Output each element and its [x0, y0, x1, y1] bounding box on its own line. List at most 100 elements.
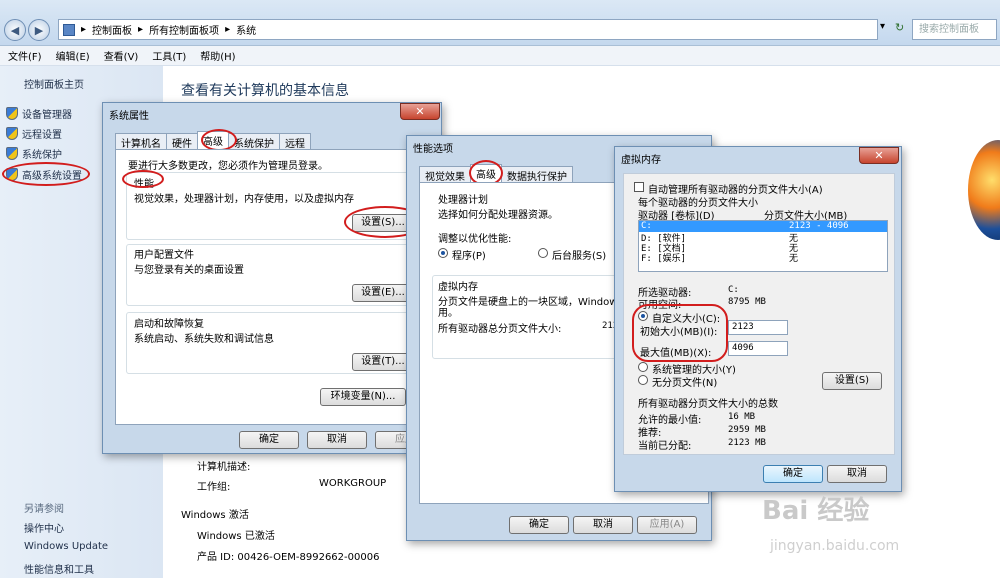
address-bar[interactable]: ▸ 控制面板 ▸ 所有控制面板项 ▸ 系统: [58, 19, 878, 40]
max-size-input[interactable]: 4096: [728, 341, 788, 356]
startup-recovery-settings-button[interactable]: 设置(T)...: [352, 353, 414, 371]
link-label: 性能信息和工具: [24, 565, 94, 576]
dialog-title: 性能选项: [413, 144, 453, 155]
system-managed-radio[interactable]: [638, 362, 648, 372]
free-space-value: 8795 MB: [728, 297, 766, 307]
explorer-toolbar: ◀ ▶ ▸ 控制面板 ▸ 所有控制面板项 ▸ 系统 ▾ ↻ 搜索控制面板: [0, 0, 1000, 46]
processor-scheduling-desc: 选择如何分配处理器资源。: [438, 210, 558, 221]
user-profiles-settings-button[interactable]: 设置(E)...: [352, 284, 414, 302]
currently-allocated-value: 2123 MB: [728, 438, 766, 448]
watermark-url: jingyan.baidu.com: [770, 538, 900, 554]
min-allowed-value: 16 MB: [728, 412, 756, 422]
cancel-button[interactable]: 取消: [827, 465, 887, 483]
shield-icon: [6, 127, 18, 140]
ok-button[interactable]: 确定: [239, 431, 299, 449]
close-icon[interactable]: ✕: [859, 147, 899, 164]
link-label: Windows Update: [24, 541, 109, 552]
breadcrumb-item[interactable]: 控制面板: [92, 22, 132, 37]
breadcrumb-separator: ▸: [138, 24, 144, 35]
search-input[interactable]: 搜索控制面板: [912, 19, 997, 40]
ok-button[interactable]: 确定: [509, 516, 569, 534]
see-also-action-center[interactable]: 操作中心: [24, 520, 64, 535]
tab-visual-effects[interactable]: 视觉效果: [419, 166, 471, 183]
sidebar-item-device-manager[interactable]: 设备管理器: [6, 106, 72, 121]
menu-tools[interactable]: 工具(T): [152, 48, 186, 63]
apply-button[interactable]: 应用(A): [637, 516, 697, 534]
sidebar-item-label: 远程设置: [22, 130, 62, 141]
background-services-radio[interactable]: [538, 248, 548, 258]
vm-total-label: 所有驱动器总分页文件大小:: [438, 324, 562, 335]
link-label: 控制面板主页: [24, 80, 84, 91]
drive-name: C:: [641, 221, 652, 231]
shield-icon: [6, 107, 18, 120]
breadcrumb-item[interactable]: 系统: [236, 22, 256, 37]
sidebar-item-remote[interactable]: 远程设置: [6, 126, 62, 141]
processor-scheduling-title: 处理器计划: [438, 195, 488, 206]
close-icon[interactable]: ✕: [400, 103, 440, 120]
control-panel-icon: [63, 23, 75, 36]
menu-file[interactable]: 文件(F): [8, 48, 42, 63]
cancel-button[interactable]: 取消: [573, 516, 633, 534]
no-paging-label: 无分页文件(N): [652, 378, 718, 389]
selected-drive-value: C:: [728, 285, 739, 295]
highlight-circle: [201, 129, 237, 151]
cancel-button[interactable]: 取消: [307, 431, 367, 449]
dropdown-arrow-icon[interactable]: ▾: [880, 21, 885, 32]
link-label: 操作中心: [24, 524, 64, 535]
refresh-icon[interactable]: ↻: [895, 21, 904, 34]
no-paging-radio[interactable]: [638, 375, 648, 385]
set-button[interactable]: 设置(S): [822, 372, 882, 390]
drive-size: 2123 - 4096: [789, 221, 849, 231]
see-also-windows-update[interactable]: Windows Update: [24, 541, 108, 552]
sidebar-item-label: 系统保护: [22, 150, 62, 161]
virtual-memory-title: 虚拟内存: [438, 282, 478, 293]
virtual-memory-dialog: 虚拟内存 ✕ 自动管理所有驱动器的分页文件大小(A) 每个驱动器的分页文件大小 …: [614, 146, 902, 492]
breadcrumb-separator: ▸: [225, 24, 231, 35]
see-also-performance[interactable]: 性能信息和工具: [24, 561, 94, 576]
computer-desc-label: 计算机描述:: [197, 462, 251, 473]
optimize-label: 调整以优化性能:: [438, 234, 512, 245]
menu-help[interactable]: 帮助(H): [200, 48, 235, 63]
see-also-title: 另请参阅: [24, 500, 64, 515]
highlight-circle: [2, 162, 90, 186]
menu-view[interactable]: 查看(V): [104, 48, 139, 63]
tab-computer-name[interactable]: 计算机名: [115, 133, 167, 150]
user-profiles-title: 用户配置文件: [134, 250, 194, 261]
drive-name: F: [娱乐]: [641, 254, 687, 264]
virtual-memory-desc-2: 用。: [438, 308, 458, 319]
sidebar-item-label: 设备管理器: [22, 110, 72, 121]
initial-size-input[interactable]: 2123: [728, 320, 788, 335]
sidebar-item-system-protection[interactable]: 系统保护: [6, 146, 62, 161]
dialog-title: 系统属性: [109, 111, 149, 122]
drive-size: 无: [789, 254, 799, 264]
ok-button[interactable]: 确定: [763, 465, 823, 483]
dialog-title: 虚拟内存: [621, 155, 661, 166]
recommended-value: 2959 MB: [728, 425, 766, 435]
forward-icon[interactable]: ▶: [28, 19, 50, 41]
page-title: 查看有关计算机的基本信息: [181, 83, 349, 99]
system-properties-dialog: 系统属性 ✕ 计算机名 硬件 高级 系统保护 远程 要进行大多数更改，您必须作为…: [102, 102, 442, 454]
menu-edit[interactable]: 编辑(E): [56, 48, 90, 63]
environment-variables-button[interactable]: 环境变量(N)...: [320, 388, 406, 406]
startup-recovery-title: 启动和故障恢复: [134, 319, 204, 330]
breadcrumb-item[interactable]: 所有控制面板项: [149, 22, 219, 37]
windows-logo: [968, 140, 1000, 240]
tab-dep[interactable]: 数据执行保护: [501, 166, 573, 183]
programs-label: 程序(P): [452, 251, 486, 262]
programs-radio[interactable]: [438, 248, 448, 258]
workgroup-label: 工作组:: [197, 482, 231, 493]
advanced-tab-panel: 要进行大多数更改，您必须作为管理员登录。 性能 视觉效果，处理器计划，内存使用，…: [115, 149, 431, 425]
total-title: 所有驱动器分页文件大小的总数: [638, 399, 778, 410]
control-panel-home-link[interactable]: 控制面板主页: [24, 76, 84, 91]
virtual-memory-desc: 分页文件是硬盘上的一块区域，Windows: [438, 297, 623, 308]
baidu-watermark: Bai 经验: [762, 496, 870, 526]
drive-list[interactable]: C: 2123 - 4096 D: [软件] 无 E: [文档] 无 F: [娱…: [638, 220, 888, 272]
tab-remote[interactable]: 远程: [279, 133, 311, 150]
tab-hardware[interactable]: 硬件: [166, 133, 198, 150]
back-icon[interactable]: ◀: [4, 19, 26, 41]
auto-manage-checkbox[interactable]: [634, 182, 644, 192]
virtual-memory-panel: 自动管理所有驱动器的分页文件大小(A) 每个驱动器的分页文件大小 驱动器 [卷标…: [623, 173, 895, 455]
section-label: 另请参阅: [24, 504, 64, 515]
admin-note: 要进行大多数更改，您必须作为管理员登录。: [128, 161, 328, 172]
startup-recovery-desc: 系统启动、系统失败和调试信息: [134, 334, 274, 345]
